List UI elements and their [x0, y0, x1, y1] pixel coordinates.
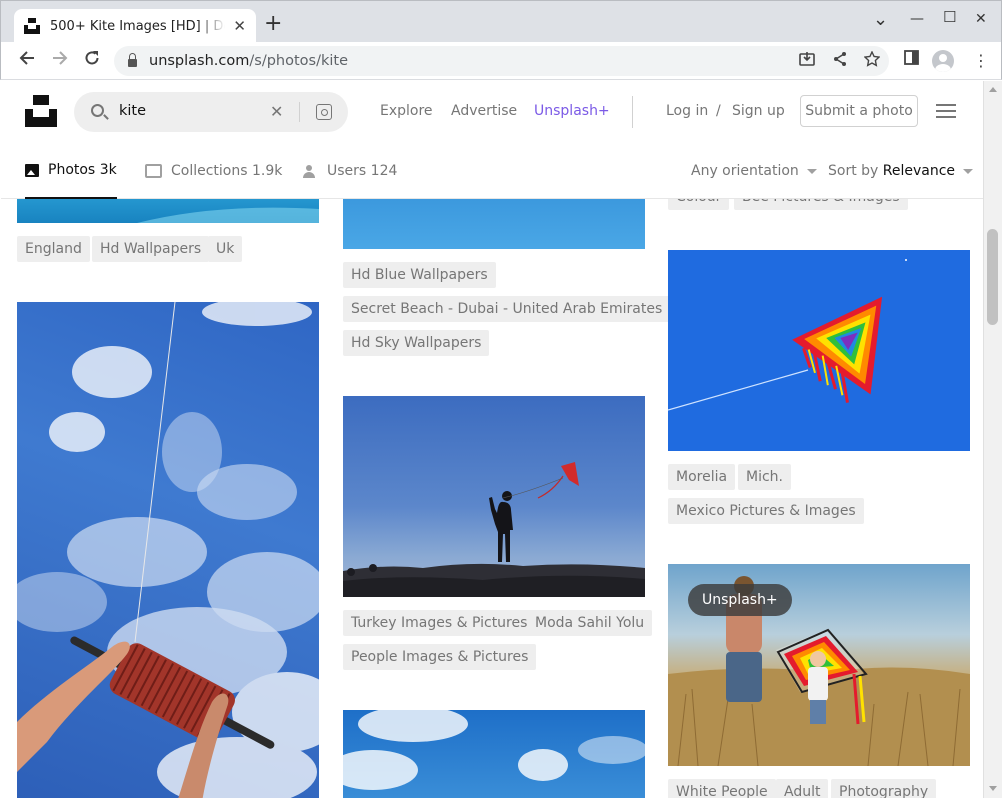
page-scrollbar[interactable]: [983, 81, 1002, 798]
photo-man-flying-red-kite[interactable]: [343, 396, 645, 597]
scroll-down-arrow-icon[interactable]: [989, 786, 997, 791]
sort-prefix: Sort by: [828, 163, 879, 179]
visual-search-icon[interactable]: [316, 104, 332, 120]
tag-white-people[interactable]: White People: [668, 779, 776, 798]
tag-morelia[interactable]: Morelia: [668, 464, 736, 490]
browser-menu-icon[interactable]: ⋮: [973, 51, 989, 70]
photo-blue-sky-top[interactable]: [343, 199, 645, 249]
side-panel-icon[interactable]: [904, 50, 919, 70]
tag-colour[interactable]: Colour: [668, 199, 730, 210]
photo-kite-reel-hands[interactable]: [17, 302, 319, 798]
forward-arrow-icon[interactable]: [52, 50, 68, 71]
tab-users-label: Users: [327, 163, 367, 179]
tab-title: 500+ Kite Images [HD] | Download Free Pi…: [50, 18, 225, 34]
photo-grid: England Hd Wallpapers Uk Hd Blue Wallpap…: [1, 199, 983, 798]
tag-bee-pictures[interactable]: Bee Pictures & Images: [734, 199, 908, 210]
tab-users[interactable]: Users 124: [302, 143, 397, 199]
orientation-label: Any orientation: [691, 163, 799, 179]
submit-photo-button[interactable]: Submit a photo: [800, 95, 918, 127]
lock-icon: [128, 53, 137, 67]
orientation-dropdown[interactable]: Any orientation: [691, 163, 817, 179]
search-bar[interactable]: kite ✕: [74, 92, 348, 132]
nav-unsplash-plus[interactable]: Unsplash+: [534, 103, 610, 119]
login-signup-separator: /: [716, 103, 721, 119]
nav-explore[interactable]: Explore: [380, 103, 433, 119]
login-link[interactable]: Log in: [666, 103, 708, 119]
search-icon[interactable]: [91, 104, 104, 117]
chevron-down-icon: [806, 168, 817, 174]
users-icon: [302, 165, 318, 178]
tab-photos-count: 3k: [99, 162, 117, 178]
tab-photos-label: Photos: [48, 162, 96, 178]
reload-icon[interactable]: [84, 50, 100, 71]
kite-reel-illustration: [17, 302, 319, 798]
scroll-up-arrow-icon[interactable]: [989, 87, 997, 92]
browser-tab-strip: 500+ Kite Images [HD] | Download Free Pi…: [0, 0, 1002, 43]
tab-users-count: 124: [370, 163, 398, 179]
tab-search-icon[interactable]: ⌄: [873, 9, 888, 30]
browser-toolbar: unsplash.com/s/photos/kite ⋮: [0, 42, 1002, 80]
tab-collections-count: 1.9k: [252, 163, 283, 179]
url-path: /s/photos/kite: [249, 53, 348, 69]
sort-value: Relevance: [882, 163, 956, 179]
tab-close-icon[interactable]: ✕: [233, 17, 246, 35]
search-input[interactable]: kite: [119, 103, 146, 119]
scrollbar-thumb[interactable]: [987, 229, 998, 325]
address-bar[interactable]: unsplash.com/s/photos/kite: [114, 46, 889, 76]
unsplash-logo[interactable]: [25, 95, 57, 127]
rainbow-kite-illustration: [668, 259, 907, 411]
sort-dropdown[interactable]: Sort by Relevance: [828, 163, 974, 179]
back-arrow-icon[interactable]: [19, 50, 35, 71]
tab-collections-label: Collections: [171, 163, 248, 179]
tag-people-images[interactable]: People Images & Pictures: [343, 644, 537, 670]
browser-tab[interactable]: 500+ Kite Images [HD] | Download Free Pi…: [14, 9, 256, 43]
minimize-icon[interactable]: —: [910, 11, 924, 27]
url-domain: unsplash.com: [149, 53, 250, 69]
unsplash-favicon: [24, 18, 40, 34]
site-header: kite ✕ Explore Advertise Unsplash+ Log i…: [1, 81, 983, 143]
photo-rainbow-kite[interactable]: [668, 250, 970, 451]
window-close-icon[interactable]: ✕: [975, 11, 987, 27]
hamburger-menu-icon[interactable]: [936, 104, 956, 118]
kite-flyer-illustration: [343, 462, 645, 597]
tag-secret-beach-dubai[interactable]: Secret Beach - Dubai - United Arab Emira…: [343, 296, 671, 322]
tag-mich[interactable]: Mich.: [738, 464, 791, 490]
tag-moda-sahil-yolu[interactable]: Moda Sahil Yolu: [527, 610, 653, 636]
tag-england[interactable]: England: [17, 236, 90, 262]
tag-mexico-pictures[interactable]: Mexico Pictures & Images: [668, 498, 864, 524]
maximize-icon[interactable]: ☐: [943, 8, 956, 26]
tag-hd-sky-wallpapers[interactable]: Hd Sky Wallpapers: [343, 330, 490, 356]
install-app-icon[interactable]: [799, 51, 815, 71]
tag-uk[interactable]: Uk: [208, 236, 243, 262]
chevron-down-icon: [963, 168, 974, 174]
photo-icon: [25, 163, 39, 177]
tag-hd-wallpapers[interactable]: Hd Wallpapers: [92, 236, 210, 262]
tag-photography[interactable]: Photography: [831, 779, 937, 798]
signup-link[interactable]: Sign up: [732, 103, 785, 119]
tag-hd-blue-wallpapers[interactable]: Hd Blue Wallpapers: [343, 262, 496, 288]
bookmark-star-icon[interactable]: [863, 50, 881, 71]
tab-collections[interactable]: Collections 1.9k: [145, 143, 282, 199]
clear-search-icon[interactable]: ✕: [270, 102, 283, 121]
profile-avatar-icon[interactable]: [932, 50, 954, 72]
photo-clouds-bottom[interactable]: [343, 710, 645, 798]
share-icon[interactable]: [832, 51, 848, 71]
filter-bar: Photos 3k Collections 1.9k Users 124 Any…: [1, 143, 983, 199]
collections-icon: [145, 164, 162, 178]
tab-photos[interactable]: Photos 3k: [25, 143, 117, 199]
photo-family-kite-field[interactable]: Unsplash+: [668, 564, 970, 766]
new-tab-button[interactable]: +: [264, 12, 282, 36]
header-divider: [632, 96, 633, 128]
unsplash-plus-badge[interactable]: Unsplash+: [688, 584, 792, 616]
nav-advertise[interactable]: Advertise: [451, 103, 517, 119]
search-divider: [299, 102, 300, 122]
tag-adult[interactable]: Adult: [776, 779, 829, 798]
clouds-illustration: [343, 710, 645, 790]
photo-sea-top[interactable]: [17, 199, 319, 223]
tag-turkey-images[interactable]: Turkey Images & Pictures: [343, 610, 536, 636]
